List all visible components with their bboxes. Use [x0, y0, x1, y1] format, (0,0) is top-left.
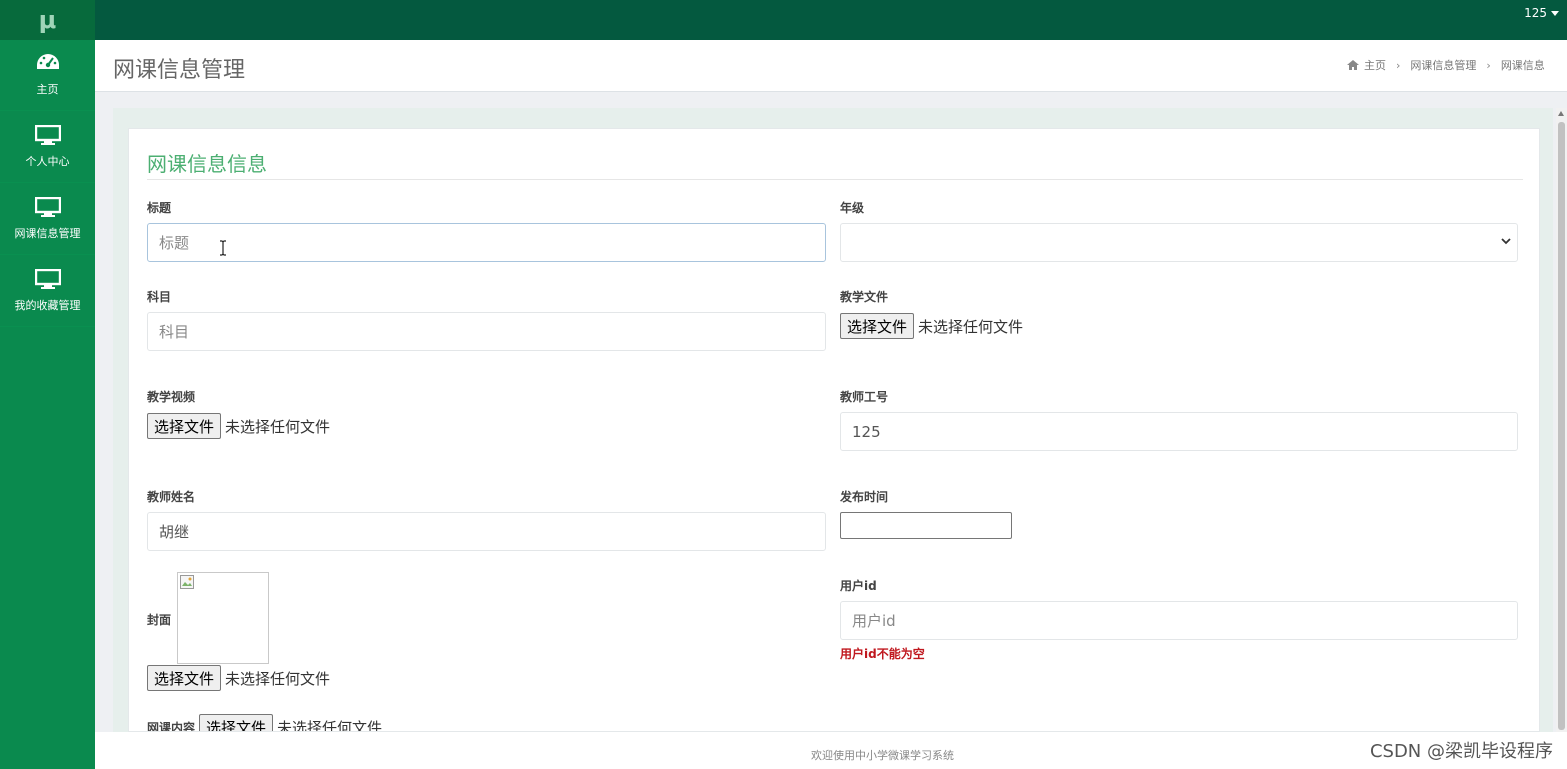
title-placeholder: 标题	[159, 234, 190, 252]
sidebar-item-label: 网课信息管理	[14, 226, 81, 240]
dashboard-icon	[36, 54, 59, 69]
sidebar-item-label: 个人中心	[25, 154, 70, 168]
cover-label: 封面	[147, 613, 172, 627]
cover-file-status: 未选择任何文件	[225, 669, 331, 688]
cover-file-button[interactable]: 选择文件	[147, 665, 222, 691]
user-menu[interactable]: 125	[1524, 6, 1559, 20]
teacher-id-value: 125	[852, 422, 881, 441]
title-label: 标题	[147, 201, 172, 215]
breadcrumb-course-management[interactable]: 网课信息管理	[1410, 57, 1476, 73]
title-input[interactable]: 标题	[147, 223, 826, 262]
content-file-button[interactable]: 选择文件	[199, 714, 274, 731]
teaching-video-button[interactable]: 选择文件	[147, 413, 222, 439]
teaching-file-label: 教学文件	[840, 290, 889, 304]
breadcrumb-current: 网课信息	[1500, 59, 1545, 72]
teaching-file-picker: 选择文件 未选择任何文件	[840, 313, 1023, 339]
content-picker: 网课内容 选择文件 未选择任何文件	[147, 714, 383, 732]
teacher-id-input[interactable]: 125	[840, 412, 1518, 451]
breadcrumb-separator: ›	[1396, 58, 1401, 72]
footer-text: 欢迎使用中小学微课学习系统	[811, 749, 954, 762]
monitor-icon	[34, 124, 61, 145]
watermark: CSDN @梁凯毕设程序	[1369, 741, 1553, 762]
subject-input[interactable]: 科目	[147, 312, 826, 351]
breadcrumb-separator: ›	[1486, 58, 1491, 72]
user-name: 125	[1524, 6, 1547, 20]
page-title: 网课信息管理	[113, 58, 246, 83]
cover-image	[177, 572, 269, 664]
teacher-name-value: 胡继	[159, 523, 190, 541]
teaching-video-status: 未选择任何文件	[225, 417, 331, 436]
chevron-down-icon	[1501, 238, 1511, 245]
teaching-file-button[interactable]: 选择文件	[840, 313, 915, 339]
user-id-label: 用户id	[840, 579, 877, 593]
teacher-id-label: 教师工号	[840, 390, 889, 404]
teacher-name-input[interactable]: 胡继	[147, 512, 826, 551]
teacher-name-label: 教师姓名	[147, 490, 196, 504]
form-title: 网课信息信息	[147, 152, 267, 176]
content-label: 网课内容	[147, 720, 196, 732]
teaching-video-picker: 选择文件 未选择任何文件	[147, 413, 330, 439]
breadcrumb: 主页 › 网课信息管理 › 网课信息	[1347, 57, 1545, 73]
breadcrumb-home[interactable]: 主页	[1364, 57, 1386, 73]
title-divider	[147, 179, 1523, 180]
app-logo: μ	[0, 0, 95, 40]
footer: 欢迎使用中小学微课学习系统	[95, 732, 1567, 769]
sidebar-item-profile[interactable]: 个人中心	[0, 111, 95, 183]
grade-select[interactable]	[840, 223, 1518, 262]
sidebar-item-label: 主页	[36, 83, 59, 96]
caret-down-icon	[1551, 10, 1559, 16]
user-id-error: 用户id不能为空	[840, 647, 925, 661]
scroll-thumb[interactable]	[1558, 122, 1565, 730]
home-icon	[1347, 60, 1359, 70]
top-navbar: 125	[95, 0, 1567, 40]
subject-placeholder: 科目	[159, 323, 190, 341]
monitor-icon	[34, 196, 61, 217]
content-file-status: 未选择任何文件	[277, 718, 383, 732]
teaching-file-status: 未选择任何文件	[918, 317, 1024, 336]
broken-image-icon	[180, 575, 194, 589]
form-panel: 网课信息信息 标题 标题 年级 科目 科目 教学文件 选择文件 未选择任何文件 …	[128, 128, 1540, 732]
sidebar-item-label: 我的收藏管理	[14, 298, 81, 312]
sidebar: μ 主页 个人中心 网课信息管理 我的收藏管理	[0, 0, 95, 769]
sidebar-item-course-management[interactable]: 网课信息管理	[0, 183, 95, 255]
cover-picker: 选择文件 未选择任何文件	[147, 665, 330, 691]
publish-time-label: 发布时间	[840, 490, 889, 504]
sidebar-item-favorites[interactable]: 我的收藏管理	[0, 255, 95, 327]
user-id-input[interactable]: 用户id	[840, 601, 1518, 640]
scroll-up-arrow-icon[interactable]	[1558, 111, 1564, 116]
grade-label: 年级	[840, 201, 865, 215]
teaching-video-label: 教学视频	[147, 390, 196, 404]
text-cursor-icon	[220, 240, 226, 256]
user-id-placeholder: 用户id	[852, 612, 896, 630]
subject-label: 科目	[147, 290, 172, 304]
publish-time-input[interactable]	[840, 512, 1012, 539]
sidebar-item-home[interactable]: 主页	[0, 40, 95, 111]
page-scrollbar[interactable]	[1556, 108, 1567, 732]
page-header: 网课信息管理 主页 › 网课信息管理 › 网课信息	[95, 40, 1567, 92]
monitor-icon	[34, 268, 61, 289]
